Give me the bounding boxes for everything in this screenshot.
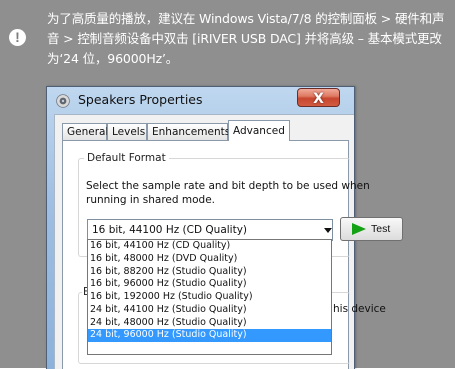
default-format-title: Default Format xyxy=(84,151,169,165)
speaker-icon xyxy=(56,94,70,108)
tab-general[interactable]: General xyxy=(62,123,108,140)
tab-levels[interactable]: Levels xyxy=(107,123,147,140)
format-option-24-96000[interactable]: 24 bit, 96000 Hz (Studio Quality) xyxy=(88,329,331,342)
default-format-select[interactable]: 16 bit, 44100 Hz (CD Quality) xyxy=(87,219,333,241)
close-button[interactable]: X xyxy=(297,88,340,107)
format-option-24-48000[interactable]: 24 bit, 48000 Hz (Studio Quality) xyxy=(88,317,331,330)
chevron-down-icon xyxy=(324,228,332,233)
play-icon xyxy=(352,223,366,235)
selected-format-value: 16 bit, 44100 Hz (CD Quality) xyxy=(92,224,248,236)
instruction-text: 为了高质量的播放，建议在 Windows Vista/7/8 的控制面板 > 硬… xyxy=(47,11,445,66)
close-icon: X xyxy=(313,91,324,107)
exclamation-icon: ! xyxy=(9,29,26,46)
tab-advanced[interactable]: Advanced xyxy=(228,120,290,141)
dialog-title: Speakers Properties xyxy=(78,92,203,107)
default-format-description: Select the sample rate and bit depth to … xyxy=(86,180,370,206)
format-option-16-48000[interactable]: 16 bit, 48000 Hz (DVD Quality) xyxy=(88,253,331,266)
format-option-16-96000[interactable]: 16 bit, 96000 Hz (Studio Quality) xyxy=(88,278,331,291)
format-dropdown-list: 16 bit, 44100 Hz (CD Quality) 16 bit, 48… xyxy=(87,239,332,355)
exclusive-mode-partial-text: his device xyxy=(333,303,386,315)
tab-enhancements[interactable]: Enhancements xyxy=(147,123,230,140)
format-option-16-44100[interactable]: 16 bit, 44100 Hz (CD Quality) xyxy=(88,240,331,253)
test-button-label: Test xyxy=(371,223,391,235)
format-option-16-192000[interactable]: 16 bit, 192000 Hz (Studio Quality) xyxy=(88,291,331,304)
format-option-24-44100[interactable]: 24 bit, 44100 Hz (Studio Quality) xyxy=(88,304,331,317)
test-button[interactable]: Test xyxy=(340,217,403,241)
format-option-16-88200[interactable]: 16 bit, 88200 Hz (Studio Quality) xyxy=(88,266,331,279)
dialog-titlebar[interactable]: Speakers Properties X xyxy=(47,87,354,113)
installation-note-panel: ! 为了高质量的播放，建议在 Windows Vista/7/8 的控制面板 >… xyxy=(0,0,455,369)
